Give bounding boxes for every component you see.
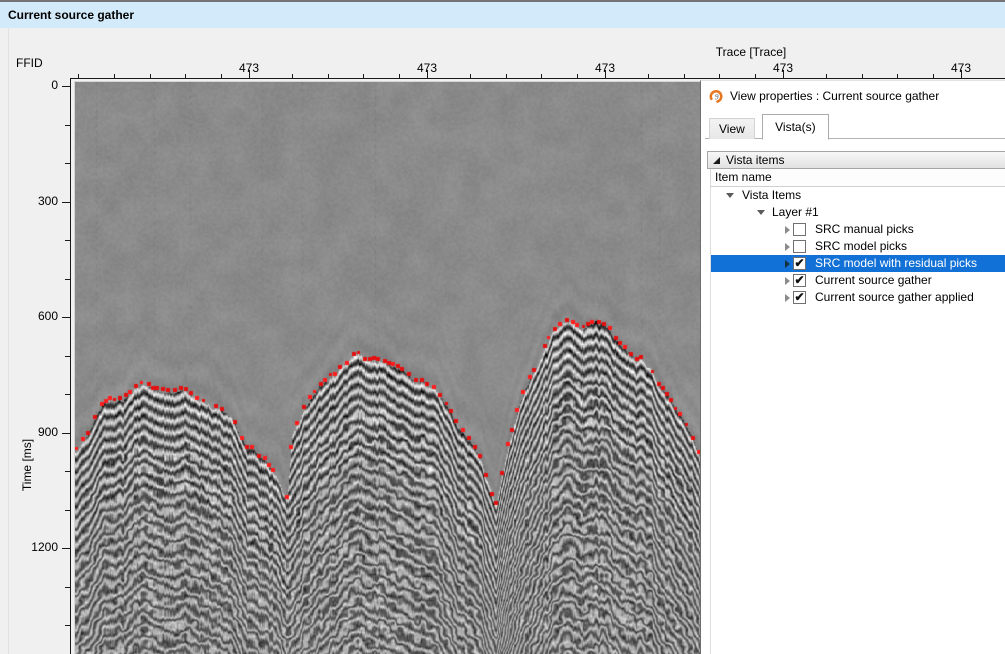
checked-checkbox[interactable]: ✔ [793, 274, 806, 287]
vista-items-group-header[interactable]: Vista items [707, 151, 1005, 169]
chevron-right-icon[interactable] [782, 225, 792, 235]
chevron-right-icon[interactable] [782, 242, 792, 252]
group-header-label: Vista items [726, 153, 784, 167]
current-source-gather-window: Current source gather FFID Trace [Trace]… [0, 0, 1005, 654]
time-tick-label: 1200 [22, 540, 58, 554]
item-label: Layer #1 [772, 204, 819, 221]
unchecked-checkbox[interactable] [793, 240, 806, 253]
tab-bar: View Vista(s) [705, 114, 1005, 139]
tree-row-vista-items[interactable]: Vista Items [711, 187, 1005, 204]
tree-row-item[interactable]: ✔ SRC model with residual picks [711, 255, 1005, 272]
svg-text:9: 9 [715, 92, 719, 101]
chevron-right-icon[interactable] [782, 276, 792, 286]
seismic-image[interactable] [75, 82, 702, 654]
tab-vistas[interactable]: Vista(s) [762, 114, 828, 140]
trace-tick-label: 473 [227, 61, 271, 75]
item-label: Vista Items [742, 187, 801, 204]
view-properties-panel: 9 View properties : Current source gathe… [700, 80, 1005, 654]
trace-axis-title: Trace [Trace] [703, 45, 799, 59]
chevron-right-icon[interactable] [782, 259, 792, 269]
trace-tick-label: 473 [939, 61, 983, 75]
time-tick-label: 300 [22, 194, 58, 208]
tree-row-layer[interactable]: Layer #1 [711, 204, 1005, 221]
trace-tick-label: 473 [583, 61, 627, 75]
unchecked-checkbox[interactable] [793, 223, 806, 236]
tree-row-item[interactable]: SRC manual picks [711, 221, 1005, 238]
window-titlebar[interactable]: Current source gather [0, 2, 1005, 28]
vista-items-tree: Vista ItemsLayer #1SRC manual picksSRC m… [710, 187, 1005, 654]
tree-row-item[interactable]: ✔ Current source gather applied [711, 289, 1005, 306]
trace-tick-label: 473 [761, 61, 805, 75]
checked-checkbox[interactable]: ✔ [793, 291, 806, 304]
trace-tick-label: 473 [405, 61, 449, 75]
chevron-down-icon[interactable] [756, 208, 766, 218]
chevron-right-icon[interactable] [782, 293, 792, 303]
seismic-image-frame [74, 81, 703, 654]
left-edge-divider [8, 28, 9, 654]
item-label: Current source gather applied [815, 289, 974, 306]
panel-header: 9 View properties : Current source gathe… [709, 88, 939, 104]
window-title: Current source gather [8, 8, 134, 22]
chevron-down-icon[interactable] [725, 191, 735, 201]
item-label: SRC model picks [815, 238, 907, 255]
time-tick-label: 600 [22, 309, 58, 323]
tree-row-item[interactable]: SRC model picks [711, 238, 1005, 255]
time-tick-label: 0 [22, 78, 58, 92]
tab-view[interactable]: View [709, 118, 755, 139]
item-label: Current source gather [815, 272, 932, 289]
item-label: SRC manual picks [815, 221, 914, 238]
vista-logo-icon: 9 [709, 89, 724, 104]
item-name-column-header[interactable]: Item name [710, 169, 1005, 187]
collapse-triangle-icon [713, 157, 720, 164]
time-tick-label: 900 [22, 425, 58, 439]
checked-checkbox[interactable]: ✔ [793, 257, 806, 270]
ffid-axis-label: FFID [16, 56, 43, 70]
panel-title: View properties : Current source gather [730, 89, 939, 103]
item-label: SRC model with residual picks [815, 255, 977, 272]
tree-row-item[interactable]: ✔ Current source gather [711, 272, 1005, 289]
